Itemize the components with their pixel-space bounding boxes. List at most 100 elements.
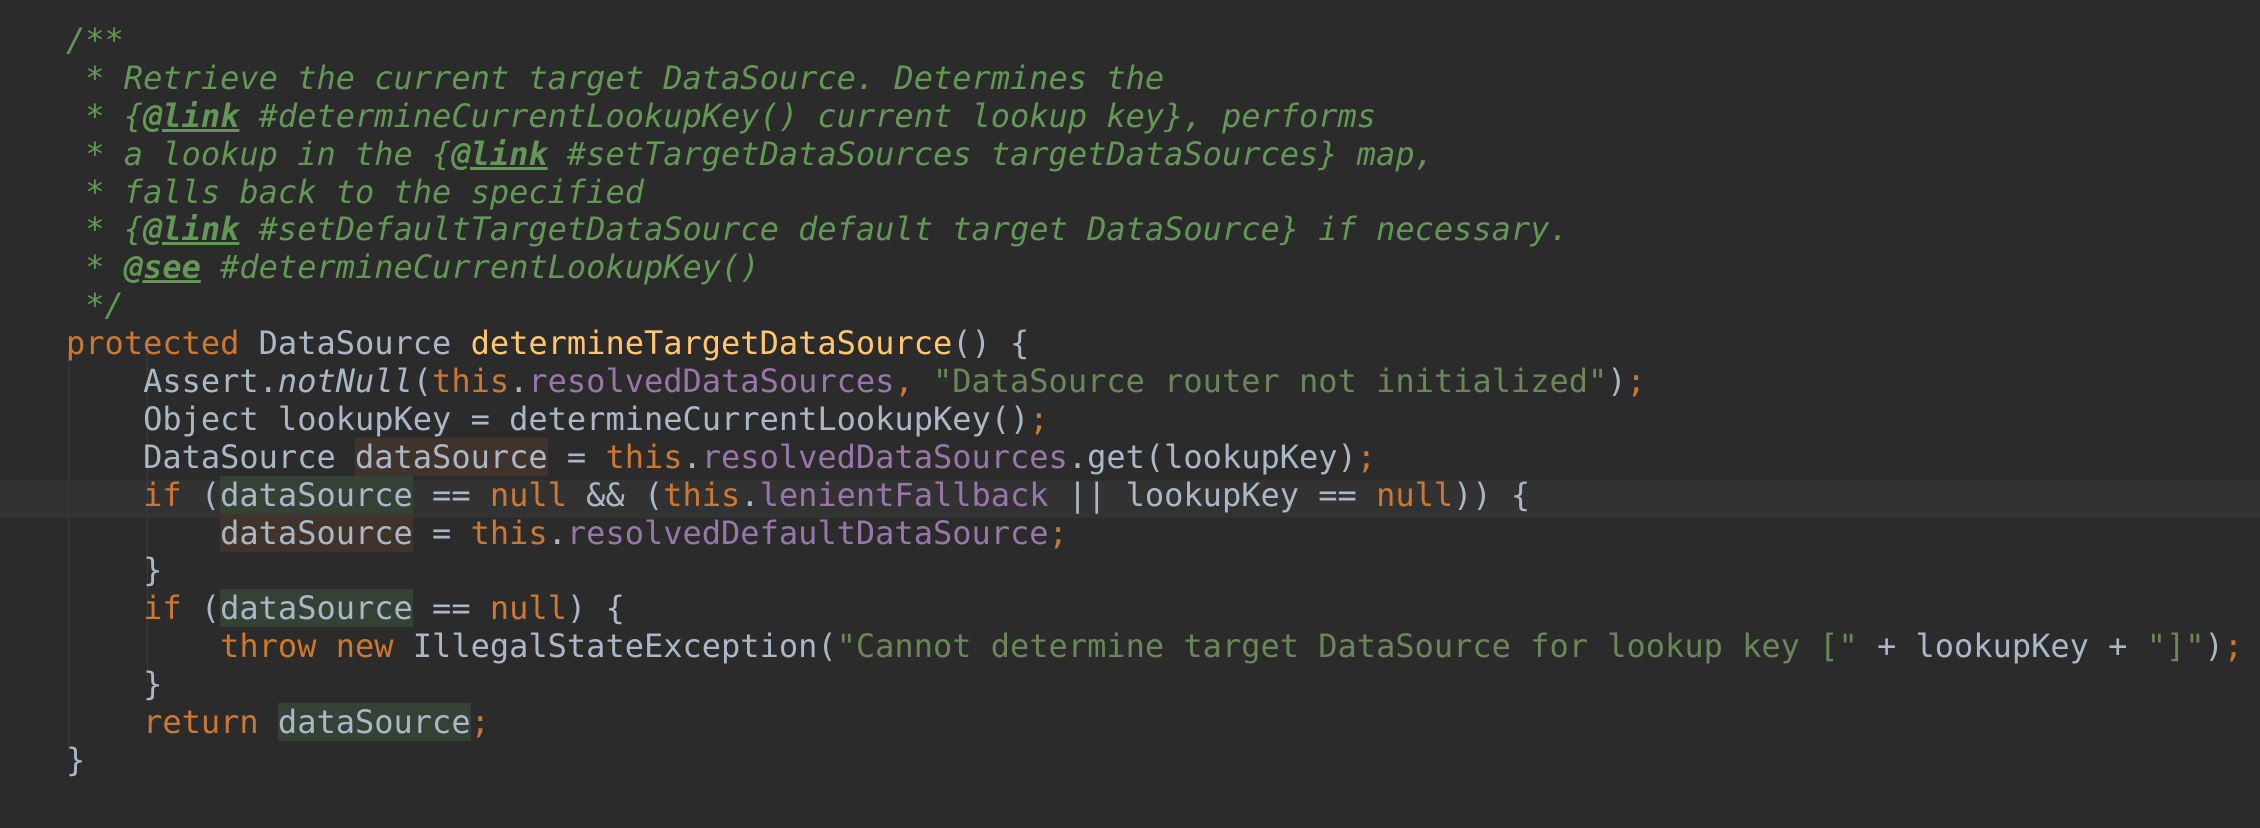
code-editor[interactable]: /** * Retrieve the current target DataSo…: [0, 0, 2260, 828]
doc-comment-token: * {: [66, 96, 144, 135]
code-line[interactable]: }: [66, 665, 2243, 704]
code-line[interactable]: */: [66, 286, 2243, 325]
code-text-token: && (: [566, 475, 664, 514]
doc-comment-token: * a lookup in the {: [66, 134, 452, 173]
code-text-token: () {: [952, 324, 1030, 363]
keyword-token: this: [605, 437, 683, 476]
doc-comment-token: * Retrieve the current target DataSource…: [66, 58, 1165, 97]
keyword-token: if: [143, 475, 182, 514]
code-text-token: (: [412, 362, 433, 401]
code-text-token: || lookupKey ==: [1048, 475, 1377, 514]
code-text-token: DataSource: [66, 437, 355, 476]
doc-comment-token: * falls back to the specified: [66, 172, 644, 211]
code-line[interactable]: protected DataSource determineTargetData…: [66, 324, 2243, 363]
doc-tag-token: @link: [143, 210, 240, 249]
doc-comment-token: #setTargetDataSources targetDataSources}…: [547, 134, 1434, 173]
code-line[interactable]: }: [66, 552, 2243, 590]
code-text-token: }: [66, 740, 86, 779]
doc-comment-token: /**: [66, 21, 124, 59]
code-line[interactable]: DataSource dataSource = this.resolvedDat…: [66, 437, 2243, 477]
doc-tag-token: @see: [123, 248, 201, 287]
code-line[interactable]: * falls back to the specified: [66, 172, 2243, 212]
keyword-token: null: [489, 589, 567, 628]
doc-comment-token: * {: [66, 210, 144, 249]
code-text-token: =: [547, 437, 606, 476]
code-text-token: )) {: [1453, 475, 1531, 514]
code-text-token: DataSource: [239, 324, 471, 363]
keyword-token: return: [143, 703, 259, 742]
code-line[interactable]: * Retrieve the current target DataSource…: [66, 58, 2243, 98]
keyword-token: ,: [894, 362, 933, 401]
code-text-token: + lookupKey +: [1857, 627, 2147, 666]
code-text-token: =: [412, 513, 471, 552]
keyword-token: this: [470, 513, 548, 552]
code-line[interactable]: throw new IllegalStateException("Cannot …: [66, 627, 2244, 666]
code-text-token: (: [181, 589, 221, 628]
code-text-token: (: [181, 475, 221, 514]
code-line[interactable]: Object lookupKey = determineCurrentLooku…: [66, 399, 2243, 439]
keyword-token: ;: [2223, 627, 2244, 666]
keyword-token: ;: [1356, 437, 1377, 476]
doc-comment-token: #determineCurrentLookupKey(): [200, 248, 760, 287]
code-line[interactable]: * {@link #setDefaultTargetDataSource def…: [66, 211, 2243, 249]
doc-tag-token: @link: [451, 134, 548, 173]
doc-comment-token: #setDefaultTargetDataSource default targ…: [239, 210, 1569, 249]
code-line[interactable]: * a lookup in the {@link #setTargetDataS…: [66, 134, 2243, 174]
code-text-token: ) {: [566, 589, 625, 628]
doc-comment-token: *: [66, 248, 124, 287]
variable-read-highlight: dataSource: [220, 589, 413, 628]
static-method-token: notNull: [277, 362, 413, 401]
code-text-token: Object lookupKey = determineCurrentLooku…: [66, 399, 1030, 438]
doc-comment-token: */: [66, 286, 124, 325]
keyword-token: null: [1376, 475, 1454, 514]
keyword-token: ;: [1048, 513, 1068, 552]
code-text-token: ==: [412, 589, 490, 628]
code-line[interactable]: if (dataSource == null && (this.lenientF…: [66, 475, 2243, 515]
code-text-token: .: [547, 513, 567, 552]
keyword-token: this: [663, 475, 741, 514]
code-text-token: ==: [412, 475, 490, 514]
doc-tag-token: @link: [143, 96, 240, 135]
field-token: resolvedDefaultDataSource: [566, 513, 1049, 552]
string-literal-token: "DataSource router not initialized": [932, 362, 1608, 401]
string-literal-token: "Cannot determine target DataSource for …: [836, 627, 1858, 666]
code-text-token: IllegalStateException(: [393, 627, 837, 666]
variable-write-highlight: dataSource: [354, 437, 548, 476]
field-token: resolvedDataSources: [701, 437, 1068, 476]
code-text-token: .get(lookupKey): [1067, 437, 1357, 476]
field-token: lenientFallback: [759, 475, 1049, 514]
code-line[interactable]: }: [66, 740, 2243, 780]
variable-read-highlight: dataSource: [220, 475, 413, 514]
code-line[interactable]: * @see #determineCurrentLookupKey(): [66, 248, 2243, 287]
keyword-token: if: [143, 589, 182, 628]
keyword-token: throw new: [220, 627, 394, 666]
code-line[interactable]: /**: [66, 21, 2243, 60]
keyword-token: null: [489, 475, 567, 514]
code-line[interactable]: if (dataSource == null) {: [66, 589, 2243, 628]
code-line[interactable]: return dataSource;: [66, 703, 2243, 742]
code-text-token: ): [1607, 362, 1627, 401]
code-line[interactable]: Assert.notNull(this.resolvedDataSources,…: [66, 362, 2243, 401]
code-text-token: }: [66, 551, 163, 590]
keyword-token: ;: [1029, 399, 1049, 438]
code-text-token: .: [740, 475, 760, 514]
code-line[interactable]: * {@link #determineCurrentLookupKey() cu…: [66, 96, 2243, 136]
code-text-token: ): [2204, 627, 2224, 666]
keyword-token: ;: [1626, 362, 1646, 401]
keyword-token: ;: [470, 703, 490, 742]
code-line[interactable]: dataSource = this.resolvedDefaultDataSou…: [66, 513, 2243, 553]
code-content[interactable]: /** * Retrieve the current target DataSo…: [66, 21, 2244, 780]
code-text-token: .: [509, 362, 529, 401]
keyword-token: this: [432, 362, 510, 401]
variable-write-highlight: dataSource: [220, 513, 413, 552]
method-name-token: determineTargetDataSource: [470, 324, 953, 363]
code-text-token: Assert.: [66, 362, 278, 401]
doc-comment-token: #determineCurrentLookupKey() current loo…: [239, 96, 1377, 135]
field-token: resolvedDataSources: [528, 362, 895, 401]
